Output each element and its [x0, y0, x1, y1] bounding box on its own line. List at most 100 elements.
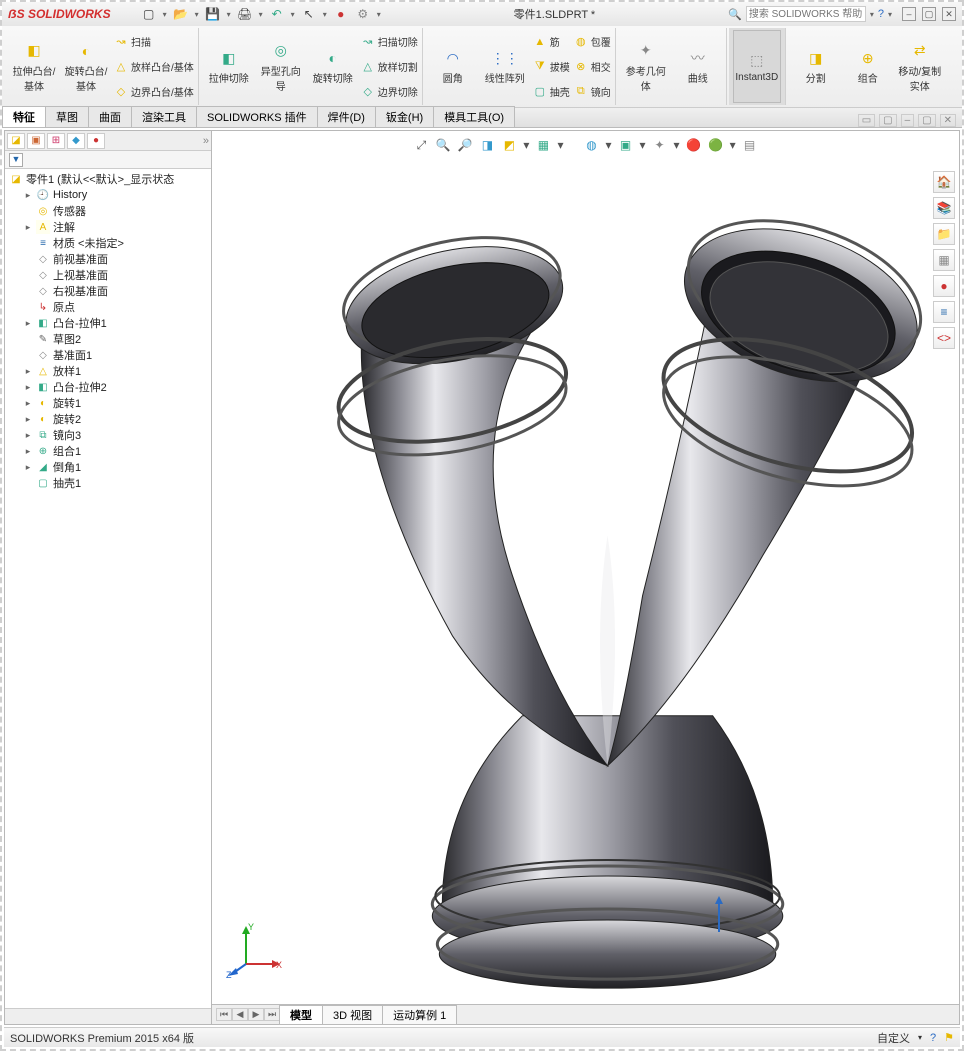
tree-sensors[interactable]: ◎传感器	[9, 203, 211, 219]
tree-extrude1[interactable]: ▸◧凸台-拉伸1	[9, 315, 211, 331]
tab-last-icon[interactable]: ⏭	[264, 1008, 280, 1021]
curves-button[interactable]: 〰曲线	[674, 30, 722, 103]
tp-properties-icon[interactable]: ≡	[933, 301, 955, 323]
tab-model[interactable]: 模型	[279, 1005, 323, 1025]
tree-material[interactable]: ≡材质 <未指定>	[9, 235, 211, 251]
shell-button[interactable]: ▢抽壳	[533, 83, 570, 101]
dropdown-icon[interactable]: ▾	[163, 10, 167, 19]
rib-button[interactable]: ▲筋	[533, 33, 570, 51]
view-orientation-icon[interactable]: ◩	[501, 137, 517, 153]
tp-file-explorer-icon[interactable]: 📁	[933, 223, 955, 245]
undo-icon[interactable]: ↶	[269, 6, 285, 22]
edit-appearance-icon[interactable]: ▣	[618, 137, 634, 153]
maximize-button[interactable]: ▢	[922, 7, 936, 21]
tp-appearances-icon[interactable]: ●	[933, 275, 955, 297]
boundary-boss-button[interactable]: ◇边界凸台/基体	[114, 83, 194, 101]
propmgr-tab[interactable]: ▣	[27, 133, 45, 149]
zoom-area-icon[interactable]: 🔍	[435, 137, 451, 153]
tree-annotations[interactable]: ▸A注解	[9, 219, 211, 235]
tree-loft1[interactable]: ▸△放样1	[9, 363, 211, 379]
view-settings-icon[interactable]: 🔴	[686, 137, 702, 153]
tree-sketch2[interactable]: ✎草图2	[9, 331, 211, 347]
prev-view-icon[interactable]: 🔎	[457, 137, 473, 153]
sweep-button[interactable]: ↝扫描	[114, 33, 194, 51]
doc-icon[interactable]: ▢	[879, 114, 896, 127]
select-icon[interactable]: ↖	[301, 6, 317, 22]
apply-scene-icon[interactable]: ✦	[652, 137, 668, 153]
revolve-boss-button[interactable]: ◐旋转凸台/基体	[62, 30, 110, 103]
print-icon[interactable]: 🖨	[237, 6, 253, 22]
loft-boss-button[interactable]: △放样凸台/基体	[114, 58, 194, 76]
section-view-icon[interactable]: ◨	[479, 137, 495, 153]
tree-revolve1[interactable]: ▸◐旋转1	[9, 395, 211, 411]
status-help-icon[interactable]: ?	[930, 1032, 936, 1044]
tree-mirror3[interactable]: ▸⧉镜向3	[9, 427, 211, 443]
rebuild-icon[interactable]: ●	[333, 6, 349, 22]
display-tab[interactable]: ●	[87, 133, 105, 149]
tree-right-plane[interactable]: ◇右视基准面	[9, 283, 211, 299]
minimize-button[interactable]: –	[902, 7, 916, 21]
zoom-fit-icon[interactable]: ⤢	[413, 137, 429, 153]
doc-max-button[interactable]: ▢	[918, 114, 935, 127]
dropdown-icon[interactable]: ▾	[918, 1033, 922, 1042]
extrude-boss-button[interactable]: ◧拉伸凸台/基体	[10, 30, 58, 103]
linear-pattern-button[interactable]: ⋮⋮线性阵列	[481, 30, 529, 103]
configmgr-tab[interactable]: ⊞	[47, 133, 65, 149]
dropdown-icon[interactable]: ▾	[323, 10, 327, 19]
tree-revolve2[interactable]: ▸◐旋转2	[9, 411, 211, 427]
tree-chamfer1[interactable]: ▸◢倒角1	[9, 459, 211, 475]
tree-plane1[interactable]: ◇基准面1	[9, 347, 211, 363]
ref-geometry-button[interactable]: ✦参考几何体	[622, 30, 670, 103]
tp-resources-icon[interactable]: 🏠	[933, 171, 955, 193]
tree-front-plane[interactable]: ◇前视基准面	[9, 251, 211, 267]
misc-icon[interactable]: ▤	[742, 137, 758, 153]
wrap-button[interactable]: ◍包覆	[574, 33, 611, 51]
tab-weldments[interactable]: 焊件(D)	[317, 106, 376, 127]
tree-combine1[interactable]: ▸⊕组合1	[9, 443, 211, 459]
close-button[interactable]: ✕	[942, 7, 956, 21]
loft-cut-button[interactable]: △放样切割	[361, 58, 418, 76]
fillet-button[interactable]: ◠圆角	[429, 30, 477, 103]
graphics-viewport[interactable]: ⤢ 🔍 🔎 ◨ ◩▾ ▦▾ ◍▾ ▣▾ ✦▾ 🔴 🟢▾ ▤	[212, 130, 960, 1025]
new-icon[interactable]: ▢	[141, 6, 157, 22]
tree-root[interactable]: ◪零件1 (默认<<默认>_显示状态	[9, 171, 211, 187]
intersect-button[interactable]: ⊗相交	[574, 58, 611, 76]
display-style-icon[interactable]: ▦	[535, 137, 551, 153]
tab-next-icon[interactable]: ▶	[248, 1008, 264, 1021]
tree-extrude2[interactable]: ▸◧凸台-拉伸2	[9, 379, 211, 395]
featuremgr-tab[interactable]: ◪	[7, 133, 25, 149]
mirror-button[interactable]: ⧉镜向	[574, 83, 611, 101]
combine-button[interactable]: ⊕组合	[844, 30, 892, 103]
dropdown-icon[interactable]: ▾	[195, 10, 199, 19]
sweep-cut-button[interactable]: ↝扫描切除	[361, 33, 418, 51]
dimxpert-tab[interactable]: ◆	[67, 133, 85, 149]
split-button[interactable]: ◨分割	[792, 30, 840, 103]
hole-wizard-button[interactable]: ◎异型孔向导	[257, 30, 305, 103]
render-icon[interactable]: 🟢	[708, 137, 724, 153]
tree-top-plane[interactable]: ◇上视基准面	[9, 267, 211, 283]
move-copy-button[interactable]: ⇄移动/复制实体	[896, 30, 944, 103]
tab-mold[interactable]: 模具工具(O)	[433, 106, 515, 127]
doc-min-icon[interactable]: ▭	[858, 114, 875, 127]
dropdown-icon[interactable]: ▾	[291, 10, 295, 19]
tab-surfaces[interactable]: 曲面	[88, 106, 132, 127]
boundary-cut-button[interactable]: ◇边界切除	[361, 83, 418, 101]
panel-scrollbar[interactable]	[5, 1008, 211, 1024]
tree-history[interactable]: ▸🕘History	[9, 187, 211, 203]
filter-icon[interactable]: ▼	[9, 153, 23, 167]
extrude-cut-button[interactable]: ◧拉伸切除	[205, 30, 253, 103]
options-icon[interactable]: ⚙	[355, 6, 371, 22]
tab-first-icon[interactable]: ⏮	[216, 1008, 232, 1021]
doc-close-button[interactable]: ✕	[940, 114, 956, 127]
open-icon[interactable]: 📂	[173, 6, 189, 22]
tab-prev-icon[interactable]: ◀	[232, 1008, 248, 1021]
dropdown-icon[interactable]: ▾	[870, 10, 874, 19]
tp-design-library-icon[interactable]: 📚	[933, 197, 955, 219]
doc-min-button[interactable]: –	[901, 114, 915, 127]
dropdown-icon[interactable]: ▾	[259, 10, 263, 19]
hide-show-icon[interactable]: ◍	[583, 137, 599, 153]
status-custom[interactable]: 自定义	[877, 1030, 910, 1046]
tree-origin[interactable]: ↳原点	[9, 299, 211, 315]
dropdown-icon[interactable]: ▾	[227, 10, 231, 19]
tp-forum-icon[interactable]: <>	[933, 327, 955, 349]
